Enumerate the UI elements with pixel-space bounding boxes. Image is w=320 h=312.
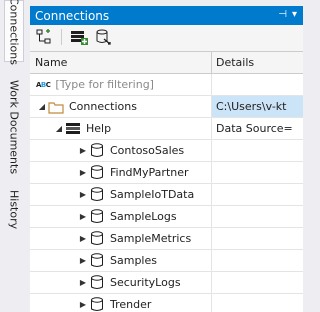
tree-row-database[interactable]: ▶ Samples	[30, 250, 303, 272]
expand-arrow-icon[interactable]: ▶	[77, 278, 89, 287]
tree-row-database[interactable]: ▶ Trender	[30, 294, 303, 312]
side-tab-work-documents[interactable]: Work Documents	[4, 80, 24, 175]
panel-titlebar: Connections ⊣ ▾	[30, 6, 303, 25]
tree-label: Trender	[110, 298, 152, 311]
tree-details: C:\Users\v-kt	[212, 96, 303, 117]
expand-arrow-icon[interactable]: ▶	[77, 300, 89, 309]
side-tab-label: History	[7, 190, 21, 230]
tree-details: Data Source=	[216, 122, 293, 135]
tree-label: FindMyPartner	[110, 166, 189, 179]
database-icon	[89, 275, 105, 291]
database-icon	[89, 297, 105, 312]
database-icon	[89, 165, 105, 181]
database-icon	[89, 187, 105, 203]
filter-row[interactable]: ABC [Type for filtering]	[30, 74, 303, 96]
tree-label: SecurityLogs	[110, 276, 181, 289]
tree-row-database[interactable]: ▶ SecurityLogs	[30, 272, 303, 294]
filter-input[interactable]: [Type for filtering]	[55, 78, 154, 91]
tree-row-database[interactable]: ▶ SampleLogs	[30, 206, 303, 228]
expand-arrow-icon[interactable]: ▶	[77, 146, 89, 155]
database-icon	[89, 231, 105, 247]
tree-row-cluster[interactable]: ◢ Help Data Source=	[30, 118, 303, 140]
tree-label: SampleLogs	[110, 210, 177, 223]
side-tab-label: Connections	[7, 0, 21, 65]
tree-row-database[interactable]: ▶ FindMyPartner	[30, 162, 303, 184]
refresh-button[interactable]	[93, 27, 113, 47]
expand-arrow-icon[interactable]: ▶	[77, 234, 89, 243]
tree-label: Connections	[69, 100, 137, 113]
tree-label: Help	[86, 122, 112, 135]
panel-menu-icon[interactable]: ▾	[292, 8, 297, 22]
collapse-arrow-icon[interactable]: ◢	[53, 124, 65, 133]
tree-label: SampleIoTData	[110, 188, 195, 201]
side-tab-connections[interactable]: Connections	[4, 0, 24, 65]
tree-row-database[interactable]: ▶ SampleIoTData	[30, 184, 303, 206]
refresh-icon	[96, 29, 111, 45]
add-connection-button[interactable]	[34, 27, 54, 47]
tree-label: Samples	[110, 254, 157, 267]
collapse-arrow-icon[interactable]: ◢	[36, 102, 48, 111]
expand-arrow-icon[interactable]: ▶	[77, 212, 89, 221]
column-header-details[interactable]: Details	[212, 52, 303, 73]
expand-arrow-icon[interactable]: ▶	[77, 256, 89, 265]
side-tab-label: Work Documents	[7, 80, 21, 175]
tree-row-database[interactable]: ▶ ContosoSales	[30, 140, 303, 162]
expand-arrow-icon[interactable]: ▶	[77, 168, 89, 177]
tree-label: ContosoSales	[110, 144, 185, 157]
add-database-icon	[71, 31, 88, 45]
toolbar-separator	[61, 29, 62, 45]
expand-arrow-icon[interactable]: ▶	[77, 190, 89, 199]
database-icon	[89, 253, 105, 269]
cluster-icon	[65, 121, 81, 137]
column-header-name[interactable]: Name	[30, 52, 212, 73]
toolbar	[30, 25, 303, 49]
add-database-button[interactable]	[69, 27, 89, 47]
connections-panel: Connections ⊣ ▾ Name Details ABC [Type f…	[30, 6, 303, 312]
database-icon	[89, 143, 105, 159]
database-icon	[89, 209, 105, 225]
tree-label: SampleMetrics	[110, 232, 192, 245]
grid-header: Name Details	[30, 52, 303, 74]
connections-tree-grid: Name Details ABC [Type for filtering] ◢ …	[30, 51, 303, 312]
database-list: ▶ ContosoSales ▶ FindMyPartner ▶ SampleIoTDat…	[30, 140, 303, 312]
folder-icon	[48, 99, 64, 115]
filter-icon: ABC	[36, 80, 51, 89]
side-tab-history[interactable]: History	[4, 184, 24, 236]
add-connection-icon	[36, 29, 51, 44]
panel-title: Connections	[35, 8, 110, 23]
pin-icon[interactable]: ⊣	[278, 8, 287, 22]
tree-row-root[interactable]: ◢ Connections C:\Users\v-kt	[30, 96, 303, 118]
tree-row-database[interactable]: ▶ SampleMetrics	[30, 228, 303, 250]
side-tab-strip: Connections Work Documents History	[0, 0, 27, 312]
